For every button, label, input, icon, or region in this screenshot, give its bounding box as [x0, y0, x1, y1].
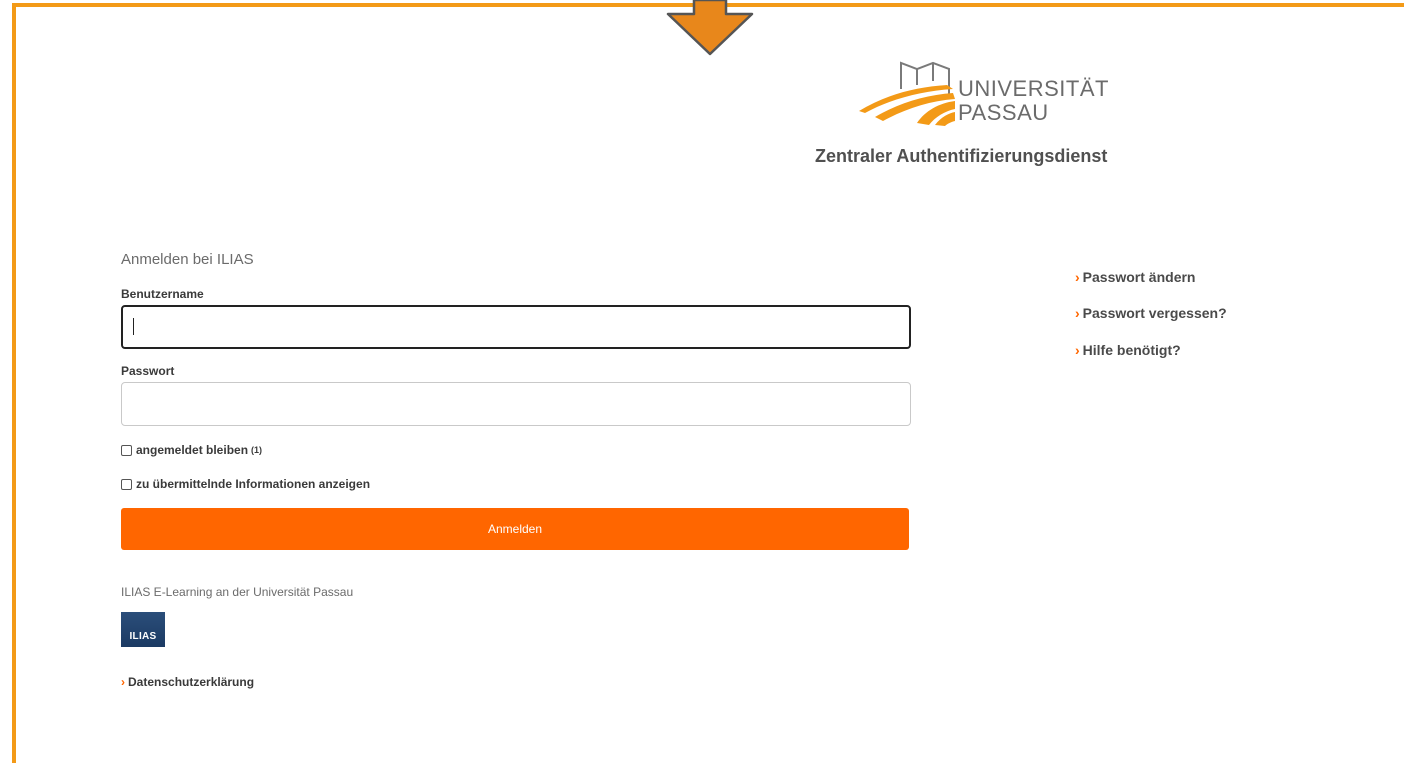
password-label: Passwort	[121, 364, 175, 378]
stay-logged-in-checkbox[interactable]	[121, 444, 132, 456]
show-info-label[interactable]: zu übermittelnde Informationen anzeigen	[136, 477, 370, 491]
password-input[interactable]	[121, 382, 911, 426]
change-password-link[interactable]: › Passwort ändern	[1075, 269, 1196, 285]
login-button[interactable]: Anmelden	[121, 508, 909, 550]
username-label: Benutzername	[121, 287, 204, 301]
show-info-checkbox[interactable]	[121, 478, 132, 490]
privacy-policy-link[interactable]: › Datenschutzerklärung	[121, 675, 254, 689]
arrow-down-icon	[666, 0, 754, 56]
forgot-password-label: Passwort vergessen?	[1082, 305, 1227, 321]
forgot-password-link[interactable]: › Passwort vergessen?	[1075, 305, 1227, 321]
footnote-marker: (1)	[251, 445, 263, 455]
text-cursor	[133, 318, 134, 335]
chevron-right-icon: ›	[1075, 342, 1080, 358]
change-password-label: Passwort ändern	[1082, 269, 1196, 285]
university-name-line2: PASSAU	[958, 100, 1049, 125]
login-heading: Anmelden bei ILIAS	[121, 251, 254, 268]
show-info-row: zu übermittelnde Informationen anzeigen	[121, 477, 370, 491]
ilias-logo: ILIAS	[121, 612, 165, 647]
ilias-logo-text: ILIAS	[129, 631, 157, 642]
stay-logged-in-label[interactable]: angemeldet bleiben	[136, 443, 248, 457]
service-description: ILIAS E-Learning an der Universität Pass…	[121, 585, 354, 599]
service-title: Zentraler Authentifizierungsdienst	[815, 146, 1108, 166]
help-label: Hilfe benötigt?	[1082, 342, 1181, 358]
chevron-right-icon: ›	[1075, 269, 1080, 285]
username-input[interactable]	[121, 305, 911, 349]
chevron-right-icon: ›	[121, 675, 125, 689]
help-link[interactable]: › Hilfe benötigt?	[1075, 342, 1181, 358]
stay-logged-in-row: angemeldet bleiben (1)	[121, 443, 262, 457]
privacy-policy-label: Datenschutzerklärung	[128, 675, 255, 689]
chevron-right-icon: ›	[1075, 305, 1080, 321]
university-name-line1: UNIVERSITÄT	[958, 76, 1109, 101]
